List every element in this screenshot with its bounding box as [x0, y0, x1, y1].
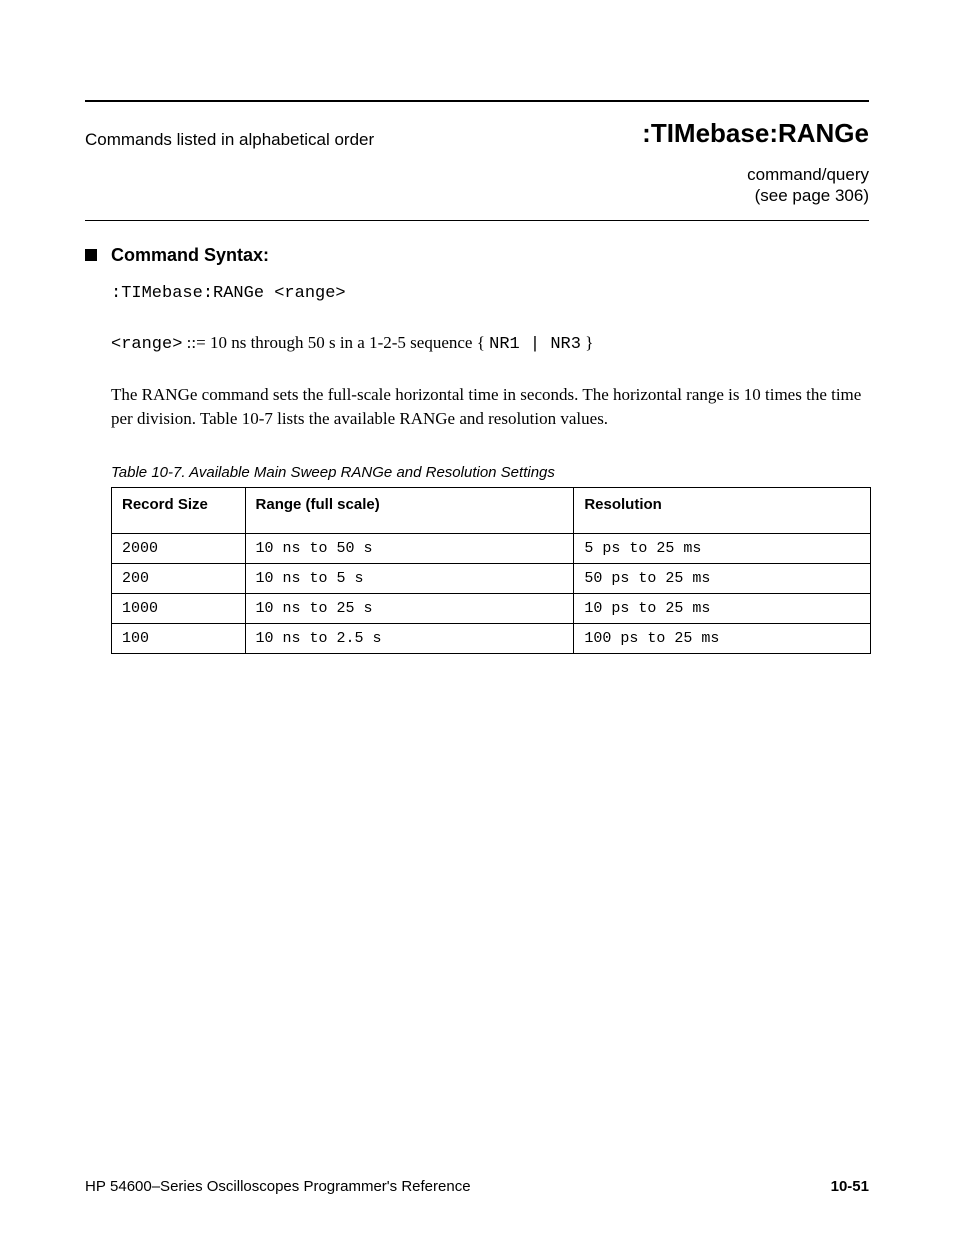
cell-size: 100 [112, 623, 246, 653]
range-table: Table 10-7. Available Main Sweep RANGe a… [111, 464, 871, 654]
footer-doc-title: HP 54600–Series Oscilloscopes Programmer… [85, 1178, 471, 1195]
cell-res: 50 ps to 25 ms [574, 563, 871, 593]
table-caption: Table 10-7. Available Main Sweep RANGe a… [111, 464, 871, 487]
header-region: Commands listed in alphabetical order :T… [85, 100, 869, 221]
cell-size: 1000 [112, 593, 246, 623]
header-command: :TIMebase:RANGe [642, 118, 869, 149]
footer-page-number: 10‑51 [831, 1178, 869, 1195]
cell-res: 5 ps to 25 ms [574, 533, 871, 563]
th-record-size: Record Size [112, 487, 246, 533]
cell-range: 10 ns to 2.5 s [245, 623, 574, 653]
cell-size: 2000 [112, 533, 246, 563]
arg-label-suffix: ::= 10 ns through 50 s in a 1‑2‑5 sequen… [187, 333, 485, 352]
arg-label-close: } [585, 333, 593, 352]
section-title: Command Syntax: [111, 245, 269, 266]
header-left-title: Commands listed in alphabetical order [85, 130, 374, 150]
bullet-icon [85, 249, 97, 261]
cell-size: 200 [112, 563, 246, 593]
cell-res: 100 ps to 25 ms [574, 623, 871, 653]
header-sub: command/query (see page 306) [747, 164, 869, 207]
syntax-line: :TIMebase:RANGe <range> [111, 284, 346, 303]
cell-range: 10 ns to 25 s [245, 593, 574, 623]
table-row: 1000 10 ns to 25 s 10 ps to 25 ms [112, 593, 871, 623]
table-row: 200 10 ns to 5 s 50 ps to 25 ms [112, 563, 871, 593]
arg-label: <range> [111, 335, 182, 354]
footer: HP 54600–Series Oscilloscopes Programmer… [85, 1178, 869, 1195]
table-row: 2000 10 ns to 50 s 5 ps to 25 ms [112, 533, 871, 563]
body-text: :TIMebase:RANGe <range> <range> ::= 10 n… [111, 280, 869, 432]
header-sub-line2: (see page 306) [755, 186, 869, 205]
section-command-syntax: Command Syntax: :TIMebase:RANGe <range> … [85, 245, 869, 654]
cell-range: 10 ns to 5 s [245, 563, 574, 593]
cell-range: 10 ns to 50 s [245, 533, 574, 563]
th-range: Range (full scale) [245, 487, 574, 533]
header-sub-line1: command/query [747, 165, 869, 184]
table-row: 100 10 ns to 2.5 s 100 ps to 25 ms [112, 623, 871, 653]
arg-types: NR1 | NR3 [489, 335, 581, 354]
cell-res: 10 ps to 25 ms [574, 593, 871, 623]
para: The RANGe command sets the full‑scale ho… [111, 385, 861, 429]
table-header-row: Record Size Range (full scale) Resolutio… [112, 487, 871, 533]
th-resolution: Resolution [574, 487, 871, 533]
